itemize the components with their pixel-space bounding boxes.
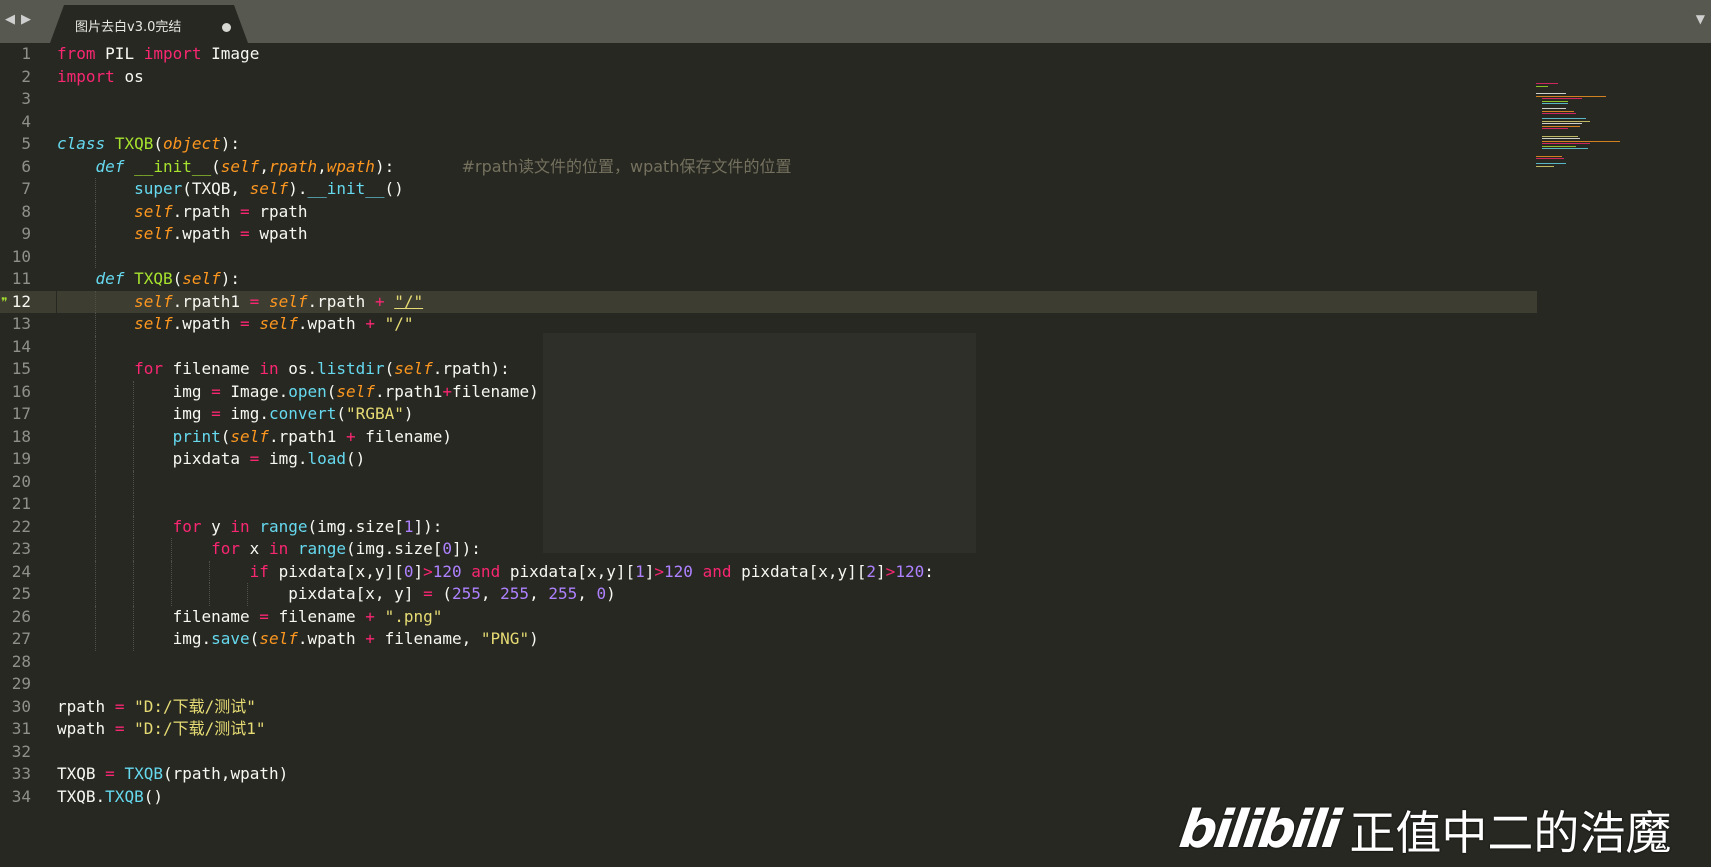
code-line: pixdata[x, y] = (255, 255, 255, 0) (57, 583, 1537, 606)
line-number: 8 (21, 201, 31, 221)
line-number: 26 (11, 606, 31, 626)
code-line: print(self.rpath1 + filename) (57, 425, 1537, 448)
forward-arrow-icon[interactable]: ▶ (19, 10, 33, 30)
unsaved-dot-icon[interactable] (222, 23, 231, 32)
uploader-name: 正值中二的浩魔 (1349, 806, 1672, 860)
line-number: 6 (21, 156, 31, 176)
line-number: ❞ 12 (0, 290, 56, 313)
line-number: 34 (11, 786, 31, 806)
line-number: 32 (11, 741, 31, 761)
code-line: for filename in os.listdir(self.rpath): (57, 358, 1537, 381)
code-line: self.wpath = self.wpath + "/" (57, 313, 1537, 336)
line-number: 28 (11, 651, 31, 671)
minimap[interactable] (1536, 83, 1656, 173)
back-arrow-icon[interactable]: ◀ (3, 10, 17, 30)
code-line (57, 493, 1537, 516)
line-number-gutter: 1 2 3 4 5 6 7 8 9 10 11 ❞ 12 13 14 15 16 17 18 19 20 21 22 23 24… (0, 43, 56, 808)
tab-title: 图片去白v3.0完结 (75, 20, 182, 35)
code-line: if pixdata[x,y][0]>120 and pixdata[x,y][… (57, 560, 1537, 583)
code-line: super(TXQB, self).__init__() (57, 178, 1537, 201)
line-number: 33 (11, 764, 31, 783)
modified-marker-icon: ❞ (1, 294, 8, 309)
line-number: 3 (21, 89, 31, 108)
line-number: 2 (21, 66, 31, 86)
line-number: 15 (11, 359, 31, 378)
code-line: import os (57, 66, 144, 86)
line-number: 5 (21, 134, 31, 153)
bilibili-logo: bilibili (1175, 800, 1342, 860)
line-number: 16 (11, 381, 31, 401)
line-number: 31 (11, 719, 31, 738)
code-line-current: self.rpath1 = self.rpath + "/" (57, 290, 1537, 313)
line-number: 11 (11, 269, 31, 288)
code-line (57, 470, 1537, 493)
code-line (57, 245, 1537, 268)
code-line: def __init__(self,rpath,wpath): #rpath读文… (95, 156, 792, 176)
file-tab[interactable]: 图片去白v3.0完结 (50, 5, 248, 43)
line-number: 14 (11, 336, 31, 356)
line-number: 22 (11, 516, 31, 536)
line-number: 4 (21, 111, 31, 131)
code-line: filename = filename + ".png" (57, 605, 1537, 628)
code-editor[interactable]: 1 2 3 4 5 6 7 8 9 10 11 ❞ 12 13 14 15 16 17 18 19 20 21 22 23 24… (0, 43, 1711, 867)
code-line: from PIL import Image (57, 44, 260, 63)
line-number: 17 (11, 404, 31, 423)
line-number: 27 (11, 629, 31, 648)
tab-menu-arrow-icon[interactable]: ▼ (1696, 12, 1705, 26)
code-line: img.save(self.wpath + filename, "PNG") (57, 628, 1537, 651)
code-line: for x in range(img.size[0]): (57, 538, 1537, 561)
line-number: 20 (11, 471, 31, 491)
watermark: bilibili 正值中二的浩魔 (1176, 800, 1672, 860)
code-line: rpath = "D:/下载/测试" (57, 696, 256, 716)
line-number: 1 (21, 44, 31, 63)
code-line: pixdata = img.load() (57, 448, 1537, 471)
code-area[interactable]: from PIL import Image import os class TX… (57, 43, 1537, 808)
code-line: wpath = "D:/下载/测试1" (57, 719, 266, 738)
line-number: 23 (11, 539, 31, 558)
code-line: self.wpath = wpath (57, 223, 1537, 246)
code-line: def TXQB(self): (95, 269, 241, 288)
line-number: 21 (11, 494, 31, 513)
line-number: 13 (11, 314, 31, 333)
line-number: 24 (11, 561, 31, 581)
code-line: for y in range(img.size[1]): (57, 515, 1537, 538)
line-number: 19 (11, 449, 31, 468)
code-comment: #rpath读文件的位置，wpath保存文件的位置 (461, 156, 792, 176)
code-line: img = Image.open(self.rpath1+filename) (57, 380, 1537, 403)
code-line: TXQB = TXQB(rpath,wpath) (57, 764, 289, 783)
line-number: 30 (11, 696, 31, 716)
code-line (57, 335, 1537, 358)
tab-bar: ◀ ▶ 图片去白v3.0完结 ▼ (0, 0, 1711, 43)
code-line: self.rpath = rpath (57, 200, 1537, 223)
line-number: 10 (11, 246, 31, 266)
line-number: 7 (21, 179, 31, 198)
line-number: 9 (21, 224, 31, 243)
line-number: 29 (11, 674, 31, 693)
code-line: img = img.convert("RGBA") (57, 403, 1537, 426)
line-number: 25 (11, 584, 31, 603)
line-number: 18 (11, 426, 31, 446)
code-line: class TXQB(object): (57, 134, 241, 153)
